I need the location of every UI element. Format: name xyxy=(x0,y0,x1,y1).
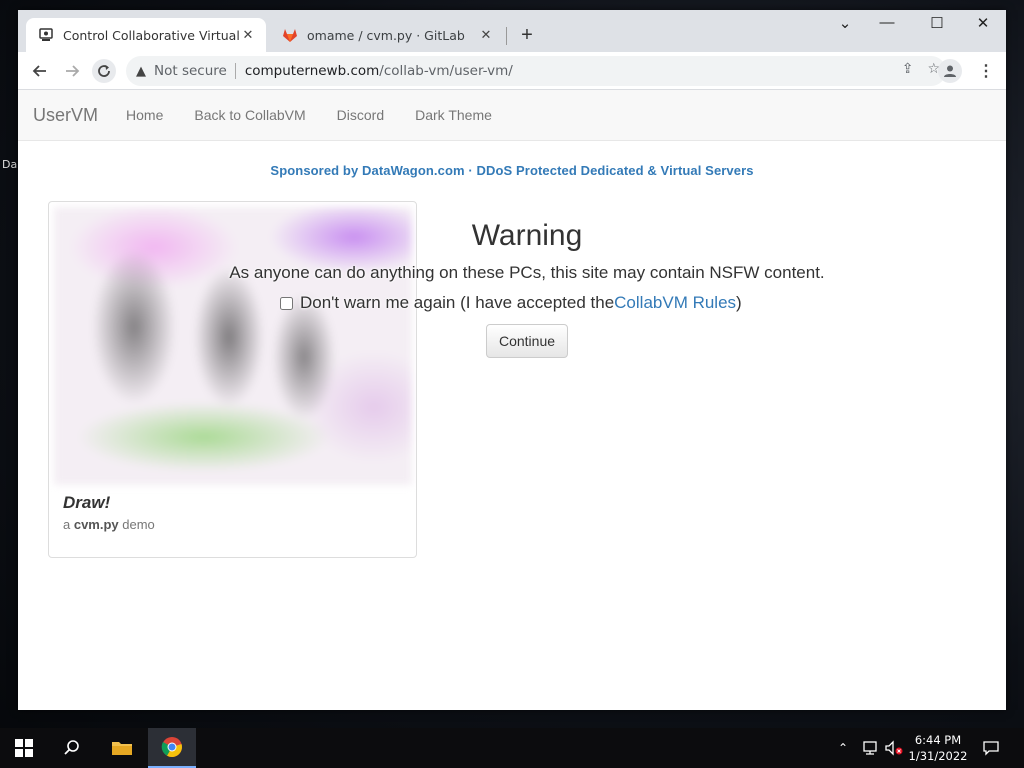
tab-strip: Control Collaborative Virtual Ma ✕ omame… xyxy=(18,10,1006,52)
reload-icon xyxy=(98,65,110,77)
tab-separator xyxy=(506,27,507,45)
clock-date: 1/31/2022 xyxy=(908,749,968,763)
maximize-button[interactable]: ☐ xyxy=(922,14,952,32)
browser-menu-button[interactable]: ⋮ xyxy=(976,59,996,83)
navbar-brand[interactable]: UserVM xyxy=(33,105,98,126)
chrome-icon xyxy=(161,737,182,758)
nav-link-discord[interactable]: Discord xyxy=(337,107,384,123)
web-page: UserVM Home Back to CollabVM Discord Dar… xyxy=(18,90,1006,710)
person-icon xyxy=(944,65,956,77)
show-hidden-icons-button[interactable]: ⌃ xyxy=(838,728,854,768)
desktop-icon-label: Da xyxy=(2,158,18,171)
forward-arrow-icon xyxy=(66,65,80,77)
file-explorer-button[interactable] xyxy=(98,728,146,768)
warning-triangle-icon: ▲ xyxy=(136,63,146,79)
start-button[interactable] xyxy=(0,728,48,768)
dont-warn-checkbox-row[interactable]: Don't warn me again (I have accepted the… xyxy=(280,293,742,313)
tab-close-icon[interactable]: ✕ xyxy=(478,28,494,43)
folder-icon xyxy=(112,742,132,755)
chrome-taskbar-button[interactable] xyxy=(148,728,196,768)
nav-link-back-to-collabvm[interactable]: Back to CollabVM xyxy=(194,107,305,123)
vm-card[interactable]: Draw! a cvm.py demo xyxy=(48,201,417,558)
search-icon xyxy=(64,740,79,755)
minimize-button[interactable]: — xyxy=(872,14,902,31)
gitlab-favicon-icon xyxy=(282,27,298,43)
tab-search-button[interactable]: ⌄ xyxy=(830,14,860,32)
clock-time: 6:44 PM xyxy=(914,733,962,747)
taskbar: ⌃ 6:44 PM 1/31/2022 xyxy=(0,728,1024,768)
tab-close-icon[interactable]: ✕ xyxy=(240,28,256,43)
windows-logo-icon xyxy=(15,739,33,757)
new-tab-button[interactable]: + xyxy=(516,24,538,47)
vm-card-title: Draw! xyxy=(63,493,111,512)
back-arrow-icon xyxy=(32,65,46,77)
dont-warn-checkbox[interactable] xyxy=(280,296,293,310)
share-icon[interactable]: ⇪ xyxy=(902,61,914,77)
search-button[interactable] xyxy=(48,728,96,768)
browser-toolbar: ▲ Not secure computernewb.com /collab-vm… xyxy=(18,52,1006,90)
vm-card-subtitle: a cvm.py demo xyxy=(63,517,155,532)
collabvm-rules-link[interactable]: CollabVM Rules xyxy=(614,293,736,313)
sponsor-link[interactable]: Sponsored by DataWagon.com · DDoS Protec… xyxy=(18,163,1006,178)
tab-gitlab[interactable]: omame / cvm.py · GitLab ✕ xyxy=(270,18,504,52)
nav-link-dark-theme[interactable]: Dark Theme xyxy=(415,107,492,123)
url-path: /collab-vm/user-vm/ xyxy=(379,63,513,79)
close-window-button[interactable]: ✕ xyxy=(968,14,998,32)
continue-button[interactable]: Continue xyxy=(486,324,568,358)
back-button[interactable] xyxy=(28,59,52,83)
security-indicator[interactable]: Not secure xyxy=(154,63,227,79)
network-icon[interactable] xyxy=(862,728,880,768)
address-divider xyxy=(234,63,236,79)
tab-title: omame / cvm.py · GitLab xyxy=(307,27,465,43)
tab-title: Control Collaborative Virtual Ma xyxy=(63,27,240,43)
url-host: computernewb.com xyxy=(244,63,380,79)
tab-collabvm[interactable]: Control Collaborative Virtual Ma ✕ xyxy=(26,18,266,52)
browser-window: Control Collaborative Virtual Ma ✕ omame… xyxy=(18,10,1006,710)
site-navbar: UserVM Home Back to CollabVM Discord Dar… xyxy=(18,90,1006,141)
collabvm-favicon-icon xyxy=(38,27,54,43)
warning-title: Warning xyxy=(471,219,583,252)
volume-muted-icon[interactable] xyxy=(884,728,904,768)
address-bar[interactable]: ▲ Not secure computernewb.com /collab-vm… xyxy=(126,56,946,86)
system-clock[interactable]: 6:44 PM 1/31/2022 xyxy=(902,732,974,764)
forward-button[interactable] xyxy=(60,59,84,83)
profile-avatar[interactable] xyxy=(938,59,962,83)
reload-button[interactable] xyxy=(92,59,116,83)
action-center-icon[interactable] xyxy=(982,728,1000,768)
warning-text: As anyone can do anything on these PCs, … xyxy=(229,263,825,282)
nav-link-home[interactable]: Home xyxy=(126,107,163,123)
checkbox-label: Don't warn me again (I have accepted the xyxy=(300,293,615,312)
